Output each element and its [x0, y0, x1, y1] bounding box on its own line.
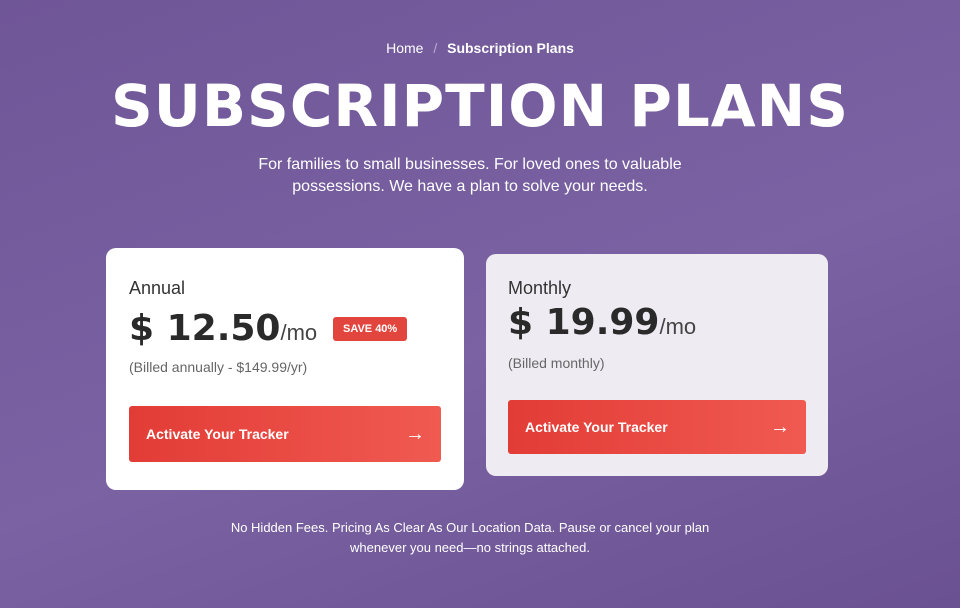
pricing-footnote: No Hidden Fees. Pricing As Clear As Our …: [230, 520, 710, 555]
price-period: /mo: [280, 320, 318, 345]
page-title: SUBSCRIPTION PLANS: [110, 72, 849, 140]
plan-card-monthly: Monthly $ 19.99/mo (Billed monthly) Acti…: [486, 254, 828, 476]
arrow-right-icon: →: [770, 415, 790, 438]
breadcrumb-home-link[interactable]: Home: [386, 40, 423, 56]
plan-price: $ 19.99/mo: [508, 302, 696, 343]
cta-label: Activate Your Tracker: [525, 419, 668, 435]
price-currency: $: [129, 308, 155, 349]
price-currency: $: [508, 302, 534, 343]
arrow-right-icon: →: [405, 422, 425, 445]
billing-note: (Billed monthly): [508, 355, 605, 371]
breadcrumb: Home / Subscription Plans: [0, 40, 960, 56]
price-amount: 12.50: [166, 308, 281, 349]
plan-name: Annual: [129, 278, 186, 298]
billing-note: (Billed annually - $149.99/yr): [129, 359, 308, 375]
activate-tracker-annual-button[interactable]: Activate Your Tracker →: [129, 406, 441, 462]
price-amount: 19.99: [545, 302, 660, 343]
activate-tracker-monthly-button[interactable]: Activate Your Tracker →: [508, 400, 806, 454]
plan-name: Monthly: [508, 278, 572, 298]
breadcrumb-separator: /: [433, 40, 438, 56]
cta-label: Activate Your Tracker: [146, 426, 289, 442]
page-subtitle: For families to small businesses. For lo…: [258, 156, 682, 195]
price-period: /mo: [659, 314, 697, 339]
breadcrumb-current: Subscription Plans: [447, 40, 574, 56]
plan-card-annual: Annual $ 12.50/mo SAVE 40% (Billed annua…: [106, 248, 464, 490]
plan-price: $ 12.50/mo: [129, 308, 317, 349]
save-badge: SAVE 40%: [333, 317, 408, 341]
